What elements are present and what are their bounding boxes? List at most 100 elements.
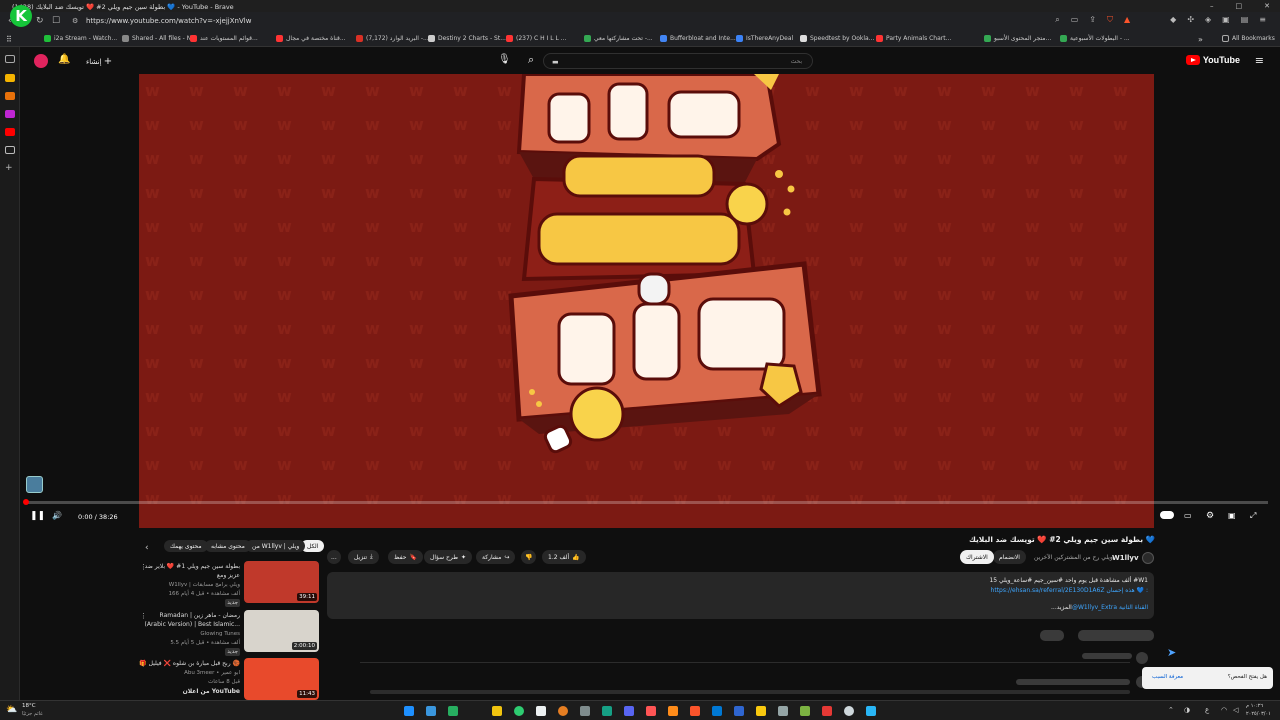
channel-avatar[interactable] (1142, 552, 1154, 564)
share-button[interactable]: مشاركة ↪ (476, 550, 516, 564)
brave-shields-icon[interactable]: ⛉ (1107, 15, 1113, 25)
search-input[interactable]: ▬ بحث (543, 53, 813, 69)
extension-icon[interactable]: ◆ (1170, 15, 1176, 25)
app-icon[interactable] (668, 706, 678, 716)
autoplay-toggle[interactable] (1160, 511, 1174, 519)
add-icon[interactable]: + (5, 164, 15, 173)
chip-for-you[interactable]: محتوى يهمك (164, 540, 208, 552)
bookmark-item[interactable]: (7,172) البريد الوارد -... (356, 35, 429, 42)
calendar-icon[interactable] (536, 706, 546, 716)
list-item[interactable]: 2:00:10 ⋮ Ramadan | رمضان - ماهر زين (Ar… (138, 610, 322, 656)
miniplayer-icon[interactable]: ▣ (1228, 511, 1236, 520)
bookmark-item[interactable]: Speedtest by Ookla... (800, 35, 874, 42)
zoom-icon[interactable]: ⌕ (1055, 15, 1059, 25)
all-bookmarks-button[interactable]: All Bookmarks (1222, 35, 1275, 42)
bookmark-item[interactable]: Destiny 2 Charts - St... (428, 35, 506, 42)
bookmark-item[interactable]: البطولات الأسبوعية - ... (1060, 35, 1130, 42)
bookmark-item[interactable]: i2a Stream - Watch... (44, 35, 117, 42)
chips-scroll-left-icon[interactable]: ‹ (145, 543, 149, 553)
acrobat-icon[interactable] (822, 706, 832, 716)
menu-icon[interactable]: ≡ (1259, 15, 1266, 25)
bookmark-item[interactable]: Bufferbloat and Inte... (660, 35, 736, 42)
clock-date[interactable]: ٢٠٢٥/٠٣/٠١ (1246, 712, 1271, 717)
channel-name[interactable]: W1llyv (1112, 555, 1139, 562)
list-item[interactable]: 11:43 ⋮ 🎁 ربح قبل مبارة بن شلوه ❌ فيليل … (138, 658, 322, 700)
vscode-icon[interactable] (712, 706, 722, 716)
reading-list-icon[interactable] (5, 146, 15, 154)
bookmark-item[interactable]: قوائم المستويات عند... (190, 35, 258, 42)
description-second-channel[interactable]: @W1llyv_Extra القناة الثانية (1072, 605, 1148, 611)
youtube-logo[interactable]: YouTube (1185, 55, 1240, 65)
dislike-button[interactable]: 👎 (521, 550, 537, 564)
leo-icon[interactable] (5, 74, 15, 82)
photos-icon[interactable] (866, 706, 876, 716)
avatar[interactable] (34, 54, 48, 68)
url-field[interactable]: https://www.youtube.com/watch?v=-xjejjXn… (86, 17, 251, 25)
notifications-icon[interactable]: 🔔 (58, 54, 70, 65)
brave-rewards-icon[interactable]: ▲ (1124, 15, 1130, 25)
apps-icon[interactable]: ⠿ (6, 35, 12, 44)
video-thumbnail[interactable]: 39:11 (244, 561, 319, 603)
description-more-link[interactable]: ...المزيد (1051, 605, 1072, 611)
windows-start-icon[interactable] (404, 706, 414, 716)
chip-similar[interactable]: محتوى مشابه (205, 540, 251, 552)
ask-button[interactable]: طرح سؤال ✦ (424, 550, 473, 564)
opera-icon[interactable] (646, 706, 656, 716)
bookmark-item[interactable]: متجر المحتوى الأسبو... (984, 35, 1051, 42)
channel-watermark-icon[interactable] (26, 476, 43, 493)
bookmark-item[interactable]: IsThereAnyDeal (736, 35, 793, 42)
join-button[interactable]: الانضمام (993, 550, 1026, 564)
like-button[interactable]: 1.2 ألف 👍 (542, 550, 586, 564)
volume-tray-icon[interactable]: ◁ (1233, 707, 1238, 714)
settings-gear-icon[interactable]: ⚙ (1206, 511, 1214, 521)
mic-icon[interactable]: 🎙 (498, 54, 511, 65)
tray-overflow-icon[interactable]: ⌃ (1168, 707, 1174, 714)
download-button[interactable]: تنزيل ⤓ (348, 550, 379, 564)
close-button[interactable]: ✕ (1264, 2, 1270, 10)
edge-icon[interactable] (514, 706, 524, 716)
subscribe-button[interactable]: الاشتراك (960, 550, 994, 564)
description-box[interactable]: 15 ألف مشاهدة قبل يوم واحد #سين_جيم #ساع… (327, 572, 1154, 619)
pause-icon[interactable]: ❚❚ (30, 511, 45, 521)
app-icon[interactable] (800, 706, 810, 716)
wifi-icon[interactable]: ◠ (1221, 707, 1227, 714)
youtube-icon[interactable] (5, 128, 15, 136)
chip-from-channel[interactable]: من W1llyv | ويلي (246, 540, 306, 552)
search-icon[interactable]: ⌕ (528, 53, 534, 67)
app-icon[interactable] (778, 706, 788, 716)
bookmark-item[interactable]: تحت مشاركتها معي -... (584, 35, 653, 42)
more-bookmarks-icon[interactable]: » (1198, 35, 1203, 44)
sticky-notes-icon[interactable] (756, 706, 766, 716)
discord-icon[interactable] (624, 706, 634, 716)
weather-temp[interactable]: 18°C (22, 703, 36, 710)
extensions-icon[interactable]: ✣ (1187, 15, 1194, 25)
install-app-icon[interactable]: ▭ (1071, 15, 1079, 25)
reload-icon[interactable]: ↻ (36, 16, 44, 26)
more-vert-icon[interactable]: ⋮ (140, 612, 147, 620)
share-icon[interactable]: ⇪ (1089, 15, 1096, 25)
bookmark-item[interactable]: قناة مختصة في مجال... (276, 35, 346, 42)
app-icon[interactable] (734, 706, 744, 716)
bookmark-page-icon[interactable]: ☐ (52, 16, 60, 26)
bookmark-item[interactable]: Shared - All files - N... (122, 35, 197, 42)
video-thumbnail[interactable]: 2:00:10 (244, 610, 319, 652)
description-link[interactable]: https://ehsan.sa/referral/2E130D1A6Z هذه… (991, 588, 1148, 594)
task-view-icon[interactable] (426, 706, 436, 716)
site-info-icon[interactable]: ⚙ (72, 17, 78, 25)
app-icon[interactable] (602, 706, 612, 716)
tray-app-icon[interactable]: ◑ (1184, 707, 1190, 714)
extension-icon[interactable]: ◈ (1205, 15, 1211, 25)
toast-action-link[interactable]: معرفة السبب (1152, 674, 1183, 681)
file-explorer-icon[interactable] (492, 706, 502, 716)
minimize-button[interactable]: – (1210, 2, 1214, 10)
keyboard-icon[interactable]: ▬ (552, 58, 559, 66)
list-item[interactable]: 39:11 ⋮ بطولة سين جيم ويلي 1# ❤️ بلاير ض… (138, 561, 322, 607)
fullscreen-icon[interactable]: ⤢ (1250, 511, 1256, 521)
hamburger-menu-icon[interactable]: ≡ (1255, 54, 1264, 67)
wallet-icon[interactable]: ▤ (1241, 15, 1249, 25)
settings-icon[interactable] (844, 706, 854, 716)
bookmark-icon[interactable] (5, 92, 15, 100)
volume-icon[interactable]: 🔊 (52, 511, 62, 520)
save-button[interactable]: حفظ 🔖 (388, 550, 423, 564)
more-actions-button[interactable]: ... (327, 550, 341, 564)
